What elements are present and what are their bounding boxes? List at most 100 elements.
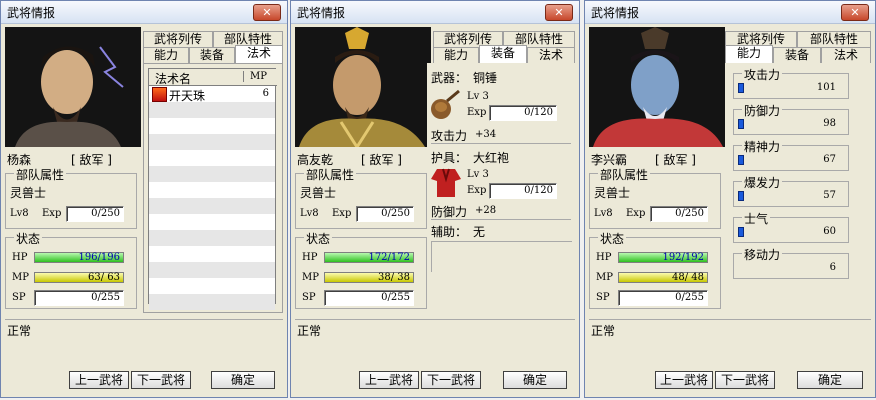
weapon-level: Lv 3 [467, 91, 489, 102]
exp-label: Exp [42, 208, 62, 219]
fire-spell-icon [152, 87, 167, 102]
ability-bar [738, 155, 744, 165]
sp-value: 0/255 [618, 290, 708, 306]
exp-value: 0/250 [66, 206, 124, 222]
ability-label: 防御力 [742, 102, 783, 119]
ability-bar [738, 191, 744, 201]
portrait [589, 27, 725, 147]
list-item [149, 262, 275, 278]
unit-attributes-group: 部队属性 灵兽士 Lv8 Exp 0/250 [589, 166, 721, 229]
mp-label: MP [12, 272, 29, 283]
prev-general-button[interactable]: 上一武将 [655, 371, 713, 389]
tab-equipment[interactable]: 装备 [773, 47, 821, 63]
ok-button[interactable]: 确定 [797, 371, 863, 389]
tab-spells[interactable]: 法术 [821, 47, 871, 63]
armor-level: Lv 3 [467, 169, 489, 180]
defense-bonus-label: 防御力 [431, 205, 468, 219]
prev-general-button[interactable]: 上一武将 [359, 371, 419, 389]
general-info-window-2: 武将情报 ✕ 高友乾 [ 敌军 ] 部队属性 灵兽士 Lv8 Exp 0/250… [290, 0, 580, 398]
hammer-icon [431, 89, 460, 119]
condition-text: 正常 [591, 324, 616, 338]
tab-equipment[interactable]: 装备 [479, 45, 527, 63]
status-group: 状态 HP 172/172 MP 38/ 38 SP 0/255 [295, 230, 427, 309]
status-group: 状态 HP 192/192 MP 48/ 48 SP 0/255 [589, 230, 721, 309]
unit-type: 灵兽士 [300, 186, 337, 200]
tab-spells[interactable]: 法术 [235, 45, 283, 63]
condition-area: 正常 [5, 319, 283, 359]
weapon-name: 铜锤 [473, 71, 498, 85]
hp-bar: 192/192 [618, 252, 708, 263]
sp-label: SP [12, 292, 26, 303]
ability-bar [738, 227, 744, 237]
ok-button[interactable]: 确定 [503, 371, 567, 389]
side-label: [ 敌军 ] [361, 153, 402, 167]
ability-3: 爆发力 57 [733, 174, 849, 207]
robe-icon [431, 168, 461, 197]
next-general-button[interactable]: 下一武将 [421, 371, 481, 389]
mp-label: MP [596, 272, 613, 283]
unit-type: 灵兽士 [10, 186, 47, 200]
mp-bar: 63/ 63 [34, 272, 124, 283]
condition-area: 正常 [589, 319, 871, 359]
list-item [149, 198, 275, 214]
ability-label: 士气 [742, 210, 771, 227]
list-item [149, 102, 275, 118]
status-group: 状态 HP 196/196 MP 63/ 63 SP 0/255 [5, 230, 137, 309]
condition-text: 正常 [7, 324, 32, 338]
close-button[interactable]: ✕ [253, 4, 281, 21]
next-general-button[interactable]: 下一武将 [131, 371, 191, 389]
title-bar: 武将情报 ✕ [1, 1, 287, 24]
side-label: [ 敌军 ] [655, 153, 696, 167]
mp-bar: 38/ 38 [324, 272, 414, 283]
close-button[interactable]: ✕ [841, 4, 869, 21]
tab-ability[interactable]: 能力 [725, 45, 773, 63]
attack-bonus-value: +34 [475, 129, 497, 140]
unit-type: 灵兽士 [594, 186, 631, 200]
hp-label: HP [596, 252, 612, 263]
ok-button[interactable]: 确定 [211, 371, 275, 389]
list-item [149, 134, 275, 150]
exp-value: 0/250 [650, 206, 708, 222]
tab-ability[interactable]: 能力 [433, 47, 479, 63]
portrait [5, 27, 141, 147]
ability-panel: 攻击力 101 防御力 98 精神力 67 爆发力 57 士气 60 移动力 6 [725, 63, 871, 313]
tab-spells[interactable]: 法术 [527, 47, 575, 63]
ability-value: 101 [816, 82, 836, 93]
divider [431, 219, 571, 220]
accessory-name: 无 [473, 225, 486, 239]
condition-area: 正常 [295, 319, 575, 359]
window-title: 武将情报 [297, 6, 346, 20]
tab-biography[interactable]: 武将列传 [143, 31, 213, 47]
status-title: 状态 [304, 230, 333, 247]
level: Lv8 [300, 208, 319, 219]
spell-mp-header: MP [243, 71, 267, 82]
tab-unit-traits[interactable]: 部队特性 [797, 31, 871, 47]
accessory-label: 辅助： [431, 225, 468, 239]
spell-mp: 6 [262, 88, 269, 99]
list-item [149, 150, 275, 166]
close-button[interactable]: ✕ [545, 4, 573, 21]
list-item[interactable]: 开天珠 6 [149, 86, 275, 103]
divider [431, 143, 571, 144]
ability-value: 6 [829, 262, 836, 273]
hp-label: HP [302, 252, 318, 263]
ability-5: 移动力 6 [733, 246, 849, 279]
tab-ability[interactable]: 能力 [143, 47, 189, 63]
level: Lv8 [10, 208, 29, 219]
sp-label: SP [302, 292, 316, 303]
status-title: 状态 [14, 230, 43, 247]
spells-table: 法术名 MP 开天珠 6 [148, 68, 277, 310]
ability-value: 98 [823, 118, 836, 129]
accessory-box [431, 241, 572, 272]
attack-bonus-label: 攻击力 [431, 129, 468, 143]
weapon-exp-value: 0/120 [489, 105, 557, 121]
tab-equipment[interactable]: 装备 [189, 47, 235, 63]
window-title: 武将情报 [7, 6, 56, 20]
ability-value: 67 [823, 154, 836, 165]
prev-general-button[interactable]: 上一武将 [69, 371, 129, 389]
weapon-label: 武器： [431, 71, 468, 85]
ability-1: 防御力 98 [733, 102, 849, 135]
sp-value: 0/255 [324, 290, 414, 306]
unit-attributes-title: 部队属性 [14, 166, 67, 183]
next-general-button[interactable]: 下一武将 [715, 371, 775, 389]
